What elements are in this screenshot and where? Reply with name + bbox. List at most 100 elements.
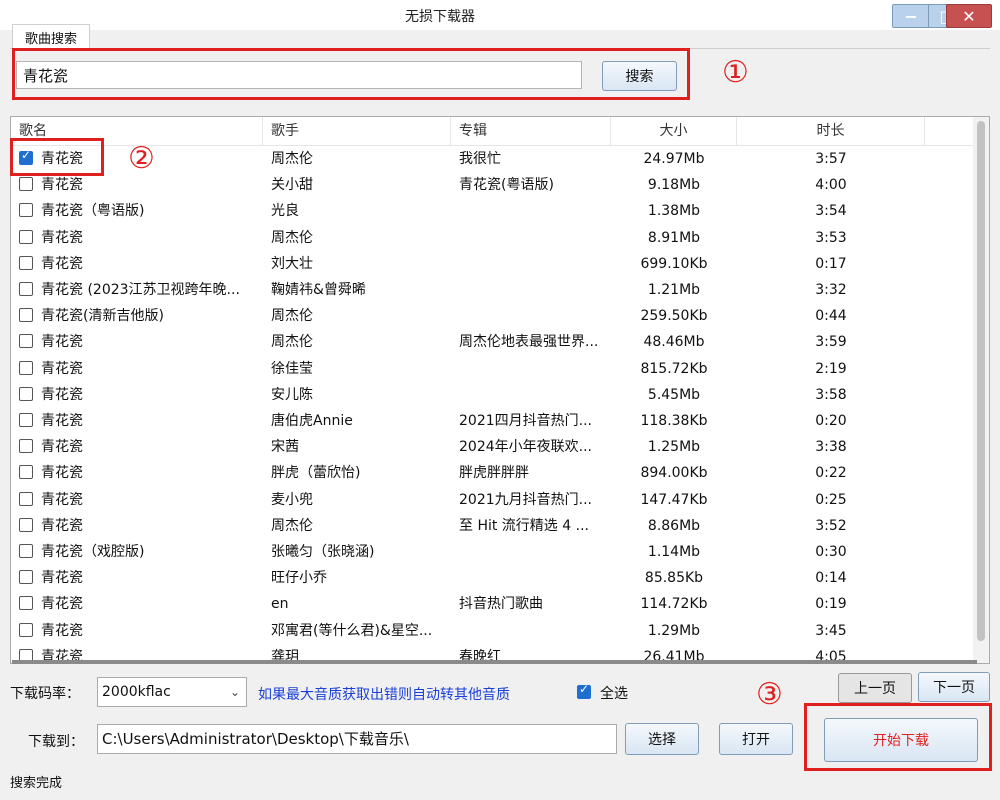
cell-size: 1.29Mb [647,622,701,639]
cell-size: 147.47Kb [640,491,708,508]
row-checkbox[interactable] [19,360,33,375]
table-row[interactable]: 青花瓷 胖虎（蕾欣怡) 胖虎胖胖胖 894.00Kb 0:22 [11,460,975,486]
cell-artist: 徐佳莹 [271,360,313,377]
cell-size: 894.00Kb [640,465,708,482]
cell-album [459,539,609,565]
table-row[interactable]: 青花瓷 周杰伦 至 Hit 流行精选 4 ... 8.86Mb 3:52 [11,513,975,539]
table-row[interactable]: 青花瓷 安儿陈 5.45Mb 3:58 [11,382,975,408]
cell-artist: 周杰伦 [271,308,313,325]
row-checkbox[interactable] [19,386,33,401]
bitrate-hint: 如果最大音质获取出错则自动转其他音质 [258,687,510,703]
cell-artist: 鞠婧祎&曾舜晞 [271,282,366,298]
horizontal-scrollbar[interactable] [12,660,977,664]
table-row[interactable]: 青花瓷 周杰伦 8.91Mb 3:53 [11,225,975,251]
cell-duration: 3:32 [815,282,847,298]
header-album[interactable]: 专辑 [451,117,611,145]
annotation-marker-1: ① [722,55,749,90]
cell-size: 1.25Mb [647,439,701,456]
minimize-button[interactable]: − [892,4,930,28]
window-title: 无损下载器 [405,9,475,25]
row-checkbox[interactable] [19,544,33,558]
annotation-marker-2: ② [128,141,155,176]
table-row[interactable]: 青花瓷周杰伦我很忙24.97Mb3:57 [11,146,975,172]
table-row[interactable]: 青花瓷 宋茜 2024年小年夜联欢... 1.25Mb 3:38 [11,434,975,460]
row-checkbox[interactable] [19,177,33,192]
cell-name: 青花瓷 [41,386,83,403]
cell-size: 9.18Mb [647,177,701,194]
row-checkbox[interactable] [19,229,33,244]
download-path-input[interactable]: C:\Users\Administrator\Desktop\下载音乐\ [97,724,617,754]
header-duration[interactable]: 时长 [737,117,925,145]
choose-folder-button[interactable]: 选择 [625,723,699,755]
header-artist[interactable]: 歌手 [263,117,451,145]
cell-name: 青花瓷（粤语版) [41,203,145,220]
row-checkbox[interactable] [19,570,33,585]
song-list: 歌名 歌手 专辑 大小 时长 青花瓷周杰伦我很忙24.97Mb3:57青花瓷关小… [10,116,990,664]
row-checkbox[interactable] [19,517,33,532]
search-button[interactable]: 搜索 [602,61,677,91]
cell-artist: 胖虎（蕾欣怡) [271,465,361,482]
table-row[interactable]: 青花瓷 徐佳莹 815.72Kb 2:19 [11,356,975,382]
cell-artist: 张曦匀（张晓涵) [271,544,375,560]
row-checkbox[interactable] [19,491,33,506]
cell-duration: 3:52 [815,517,847,534]
cell-artist: 邓寓君(等什么君)&星空... [271,622,433,639]
cell-duration: 3:38 [815,439,847,456]
table-row[interactable]: 青花瓷 旺仔小乔 85.85Kb 0:14 [11,565,975,591]
row-checkbox[interactable] [19,203,33,218]
cell-name: 青花瓷 [41,622,83,639]
cell-duration: 0:30 [815,544,847,560]
table-row[interactable]: 青花瓷 周杰伦 周杰伦地表最强世界... 48.46Mb 3:59 [11,329,975,355]
header-size[interactable]: 大小 [611,117,737,145]
row-checkbox[interactable] [19,334,33,349]
search-input[interactable]: 青花瓷 [16,61,582,89]
open-folder-button[interactable]: 打开 [719,723,793,755]
cell-album [459,565,609,591]
vertical-scrollbar[interactable] [973,117,989,663]
table-row[interactable]: 青花瓷 唐伯虎Annie 2021四月抖音热门... 118.38Kb 0:20 [11,408,975,434]
table-row[interactable]: 青花瓷 麦小兜 2021九月抖音热门... 147.47Kb 0:25 [11,487,975,513]
bitrate-label: 下载码率： [10,686,80,702]
row-checkbox[interactable] [19,308,33,323]
next-page-button[interactable]: 下一页 [918,672,990,702]
cell-album [459,356,609,382]
row-checkbox[interactable] [19,596,33,611]
table-row[interactable]: 青花瓷 en 抖音热门歌曲 114.72Kb 0:19 [11,591,975,617]
cell-size: 259.50Kb [640,308,708,325]
cell-duration: 4:00 [815,177,847,194]
cell-album [459,251,609,277]
close-button[interactable]: ✕ [946,4,992,28]
cell-duration: 0:20 [815,413,847,429]
cell-duration: 0:14 [815,570,847,587]
status-text: 搜索完成 [10,776,63,791]
cell-size: 118.38Kb [640,413,708,429]
annotation-box-checkbox [10,138,104,176]
table-row[interactable]: 青花瓷 邓寓君(等什么君)&星空... 1.29Mb 3:45 [11,618,975,644]
chevron-down-icon: ⌄ [229,685,240,699]
row-checkbox[interactable] [19,439,33,454]
table-row[interactable]: 青花瓷（粤语版) 光良 1.38Mb 3:54 [11,198,975,224]
table-row[interactable]: 青花瓷（戏腔版) 张曦匀（张晓涵) 1.14Mb 0:30 [11,539,975,565]
prev-page-button[interactable]: 上一页 [838,673,912,703]
row-checkbox[interactable] [19,622,33,637]
cell-size: 5.45Mb [647,386,701,403]
table-row[interactable]: 青花瓷(清新吉他版) 周杰伦 259.50Kb 0:44 [11,303,975,329]
table-row[interactable]: 青花瓷 刘大壮 699.10Kb 0:17 [11,251,975,277]
select-all-checkbox[interactable]: ✓ [577,682,591,699]
minimize-icon: − [904,6,918,26]
scrollbar-thumb[interactable] [977,121,985,641]
row-checkbox[interactable] [19,465,33,480]
download-to-label: 下载到： [28,734,84,750]
row-checkbox[interactable] [19,255,33,270]
close-icon: ✕ [962,6,976,26]
cell-album [459,198,609,224]
tab-song-search[interactable]: 歌曲搜索 [12,24,90,49]
row-checkbox[interactable] [19,413,33,427]
start-download-button[interactable]: 开始下载 [824,718,978,762]
cell-album [459,382,609,408]
table-row[interactable]: 青花瓷 关小甜 青花瓷(粤语版) 9.18Mb 4:00 [11,172,975,198]
bitrate-select[interactable]: 2000kflac ⌄ [97,677,247,707]
row-checkbox[interactable] [19,282,33,296]
cell-artist: 宋茜 [271,439,299,456]
table-row[interactable]: 青花瓷 (2023江苏卫视跨年晚... 鞠婧祎&曾舜晞 1.21Mb 3:32 [11,277,975,303]
